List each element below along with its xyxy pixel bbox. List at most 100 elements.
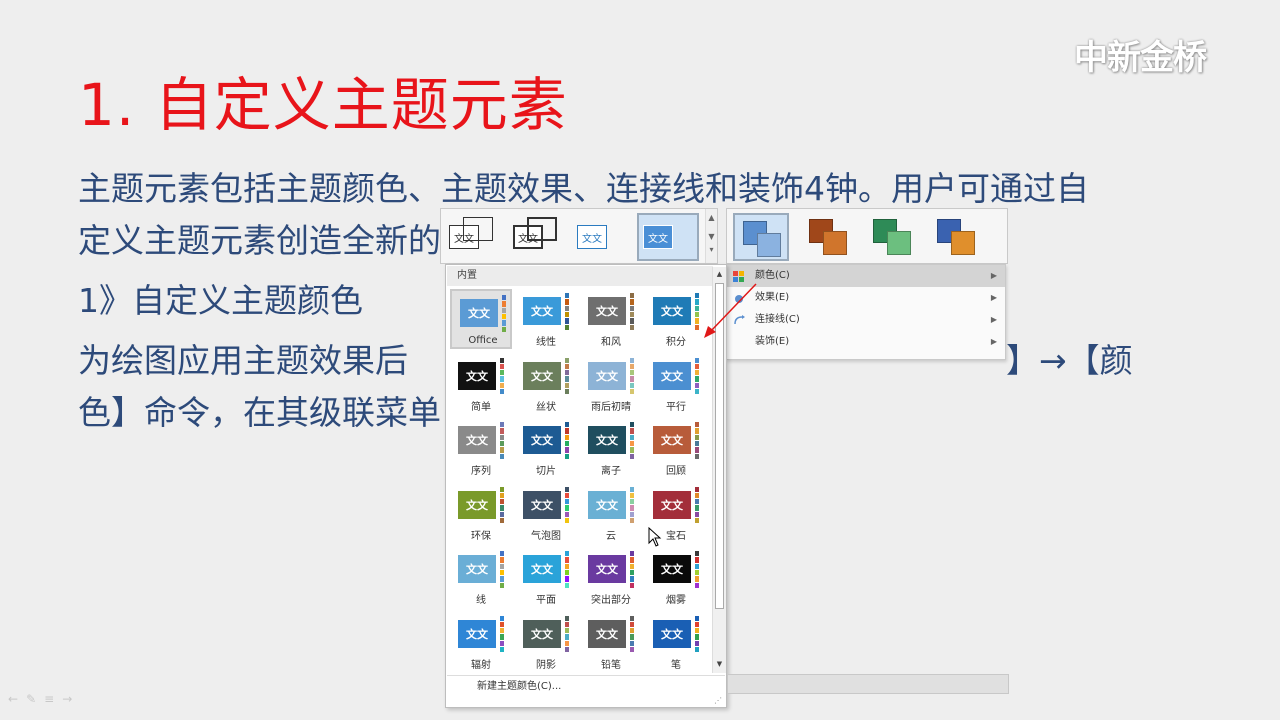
submenu-arrow-icon: ▶	[990, 293, 997, 302]
theme-palette-strip	[500, 422, 504, 460]
theme-label: 铅笔	[601, 659, 621, 671]
theme-palette-strip	[695, 357, 699, 396]
layout-thumb-1[interactable]: 文文	[445, 213, 507, 261]
theme-swatch: 文文	[523, 555, 561, 583]
theme-palette-strip	[500, 486, 504, 525]
theme-color-option[interactable]: 文文 雨后初晴	[580, 354, 642, 414]
theme-color-option[interactable]: 文文 环保	[450, 483, 512, 543]
theme-color-option[interactable]: 文文 铅笔	[580, 612, 642, 672]
theme-swatch: 文文	[458, 490, 496, 519]
scroll-down-icon[interactable]: ▼	[706, 232, 717, 241]
gallery-section-header: 内置	[447, 266, 713, 286]
theme-color-option[interactable]: 文文 序列	[450, 418, 512, 478]
theme-color-option[interactable]: 文文 简单	[450, 354, 512, 414]
theme-palette-strip	[565, 422, 569, 460]
theme-color-option[interactable]: 文文离子	[580, 418, 642, 478]
theme-color-option[interactable]: 文文 辐射	[450, 612, 512, 672]
theme-color-option[interactable]: 文文 Office	[450, 289, 512, 349]
theme-palette-strip	[502, 295, 506, 333]
theme-swatch: 文文	[523, 426, 561, 454]
scroll-down-icon[interactable]: ▼	[715, 660, 724, 670]
theme-label: 丝状	[536, 401, 556, 413]
style-front-square	[887, 231, 911, 255]
theme-palette-strip	[630, 615, 634, 654]
theme-color-option[interactable]: 文文阴影	[515, 612, 577, 672]
scroll-up-icon[interactable]: ▲	[715, 270, 724, 280]
theme-palette-strip	[695, 486, 699, 525]
theme-color-option[interactable]: 文文云	[580, 483, 642, 543]
theme-color-option[interactable]: 文文 积分	[645, 289, 707, 349]
theme-color-option[interactable]: 文文平行	[645, 354, 707, 414]
style-thumb-1[interactable]	[733, 213, 789, 261]
menu-item-effects[interactable]: 效果(E) ▶	[727, 287, 1005, 309]
theme-color-option[interactable]: 文文线	[450, 547, 512, 607]
new-theme-colors-button[interactable]: 新建主题颜色(C)...	[447, 675, 725, 697]
layout-thumb-4[interactable]: 文文	[637, 213, 699, 261]
pen-icon[interactable]: ✎	[26, 692, 44, 706]
theme-palette-strip	[695, 615, 699, 654]
menu-item-decorations[interactable]: 装饰(E) ▶	[727, 331, 1005, 353]
theme-swatch: 文文	[653, 619, 691, 648]
theme-swatch: 文文	[458, 361, 496, 390]
theme-swatch: 文文	[523, 619, 561, 648]
bottom-status-bar	[727, 674, 1009, 694]
theme-color-option[interactable]: 文文 回顾	[645, 418, 707, 478]
body-text-line-4a: 为绘图应用主题效果后	[78, 341, 408, 380]
theme-palette-strip	[630, 357, 634, 396]
prev-slide-icon[interactable]: ←	[8, 692, 26, 706]
theme-label: 切片	[536, 466, 556, 477]
expand-icon[interactable]: ▾	[706, 245, 717, 254]
layout-thumb-3[interactable]: 文文	[573, 213, 635, 261]
theme-swatch: 文文	[588, 426, 626, 454]
menu-icon[interactable]: ≡	[44, 692, 62, 706]
theme-swatch: 文文	[458, 426, 496, 454]
theme-swatch: 文文	[588, 555, 626, 583]
theme-swatch: 文文	[523, 297, 561, 325]
style-front-square	[823, 231, 847, 255]
style-thumb-4[interactable]	[927, 213, 983, 261]
theme-palette-strip	[565, 293, 569, 331]
slide-nav-controls[interactable]: ←✎≡→	[8, 692, 80, 706]
theme-color-option[interactable]: 文文 突出部分	[580, 547, 642, 607]
theme-palette-strip	[630, 486, 634, 525]
theme-palette-strip	[500, 357, 504, 396]
theme-swatch: 文文	[653, 490, 691, 519]
theme-label: 平行	[666, 401, 686, 413]
theme-label: 突出部分	[591, 595, 631, 606]
theme-color-option[interactable]: 文文 丝状	[515, 354, 577, 414]
theme-palette-strip	[695, 422, 699, 460]
style-thumb-2[interactable]	[799, 213, 855, 261]
theme-label: 阴影	[536, 659, 556, 671]
theme-label: 气泡图	[531, 530, 561, 542]
body-text-line-5: 色】命令，在其级联菜单	[78, 393, 441, 432]
menu-item-colors[interactable]: 颜色(C) ▶	[727, 265, 1005, 287]
theme-label: 和风	[601, 337, 621, 348]
theme-color-option[interactable]: 文文切片	[515, 418, 577, 478]
theme-swatch: 文文	[588, 490, 626, 519]
theme-color-option[interactable]: 文文笔	[645, 612, 707, 672]
submenu-arrow-icon: ▶	[990, 337, 997, 346]
theme-color-option[interactable]: 文文 平面	[515, 547, 577, 607]
theme-color-option[interactable]: 文文 烟雾	[645, 547, 707, 607]
scroll-up-icon[interactable]: ▲	[706, 213, 717, 222]
resize-grip-icon[interactable]: ⋰	[714, 696, 722, 705]
theme-color-option[interactable]: 文文 和风	[580, 289, 642, 349]
theme-swatch: 文文	[653, 361, 691, 390]
theme-color-option[interactable]: 文文气泡图	[515, 483, 577, 543]
theme-swatch: 文文	[653, 555, 691, 583]
style-gallery	[726, 208, 1008, 264]
body-text-line-3: 1》自定义主题颜色	[78, 281, 363, 320]
next-slide-icon[interactable]: →	[62, 692, 80, 706]
theme-swatch: 文文	[523, 490, 561, 519]
theme-label: Office	[468, 335, 498, 346]
theme-palette-strip	[630, 422, 634, 460]
style-thumb-3[interactable]	[863, 213, 919, 261]
theme-label: 离子	[601, 466, 621, 477]
theme-color-option[interactable]: 文文 线性	[515, 289, 577, 349]
layout-thumb-2[interactable]: 文文	[509, 213, 571, 261]
menu-item-connectors[interactable]: 连接线(C) ▶	[727, 309, 1005, 331]
body-text-line-2: 定义主题元素创造全新的	[78, 221, 441, 260]
style-front-square	[951, 231, 975, 255]
theme-swatch: 文文	[458, 555, 496, 583]
layout-gallery-scrollbar[interactable]: ▲ ▼ ▾	[705, 209, 717, 263]
